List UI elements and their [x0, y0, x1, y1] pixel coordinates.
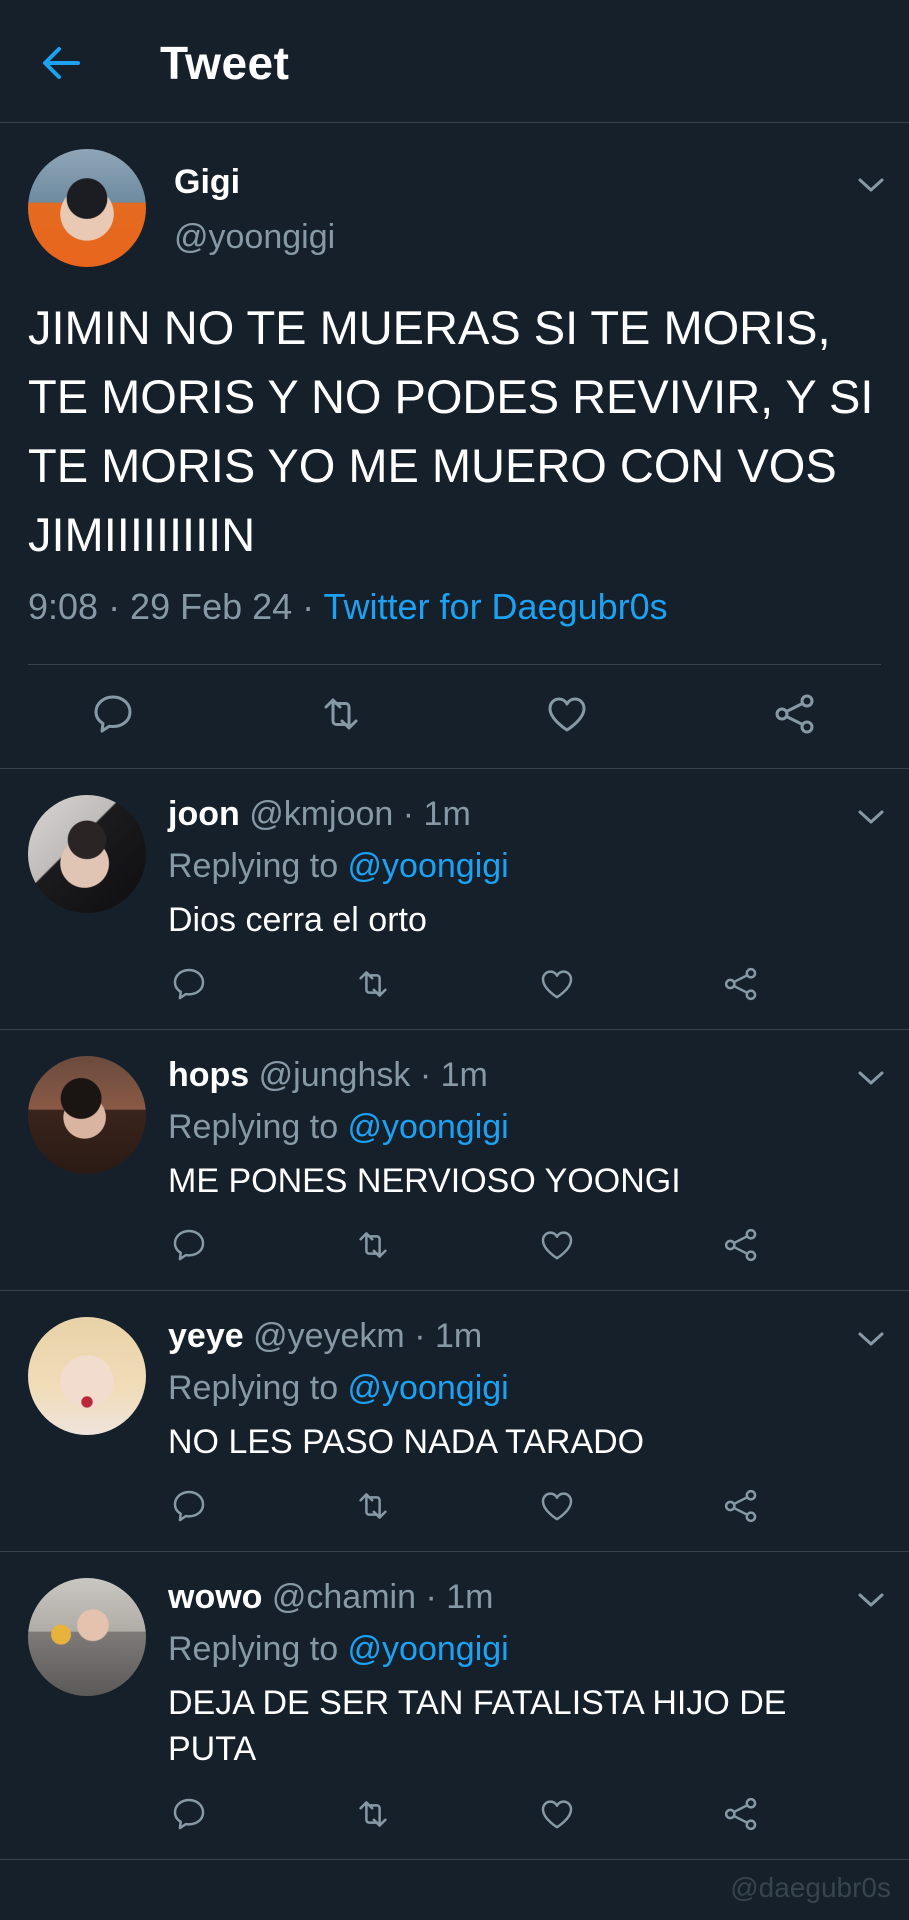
tweet-meta: 9:08 · 29 Feb 24 · Twitter for Daegubr0s [28, 586, 668, 628]
retweet-icon[interactable] [354, 965, 392, 1003]
avatar[interactable] [28, 149, 146, 267]
mention-link[interactable]: @yoongigi [348, 1108, 509, 1146]
reply-header: joon @kmjoon · 1m [168, 795, 471, 834]
replying-to: Replying to @yoongigi [168, 1630, 509, 1669]
reply-actions [0, 1487, 909, 1537]
reply-actions [0, 1226, 909, 1276]
reply-tweet[interactable]: hops @junghsk · 1m Replying to @yoongigi… [0, 1030, 909, 1291]
author-handle[interactable]: @yoongigi [174, 218, 335, 257]
author-name[interactable]: wowo [168, 1578, 262, 1616]
author-meta: @yeyekm · 1m [243, 1317, 483, 1355]
avatar[interactable] [28, 795, 146, 913]
reply-tweet[interactable]: joon @kmjoon · 1m Replying to @yoongigi … [0, 769, 909, 1030]
replying-to: Replying to @yoongigi [168, 847, 509, 886]
page-title: Tweet [160, 37, 290, 89]
replying-label: Replying to [168, 1369, 348, 1407]
reply-text: Dios cerra el orto [168, 901, 427, 939]
chevron-down-icon[interactable] [856, 1329, 886, 1349]
author-meta: @kmjoon · 1m [239, 795, 471, 833]
mention-link[interactable]: @yoongigi [348, 847, 509, 885]
tweet-text: JIMIN NO TE MUERAS SI TE MORIS, TE MORIS… [28, 301, 874, 561]
tweet-timestamp: 9:08 · 29 Feb 24 · [28, 586, 324, 627]
reply-header: yeye @yeyekm · 1m [168, 1317, 482, 1356]
share-icon[interactable] [722, 1795, 760, 1833]
avatar[interactable] [28, 1056, 146, 1174]
share-icon[interactable] [772, 691, 818, 737]
mention-link[interactable]: @yoongigi [348, 1630, 509, 1668]
reply-header: hops @junghsk · 1m [168, 1056, 488, 1095]
reply-icon[interactable] [90, 691, 136, 737]
reply-text: ME PONES NERVIOSO YOONGI [168, 1162, 681, 1200]
like-icon[interactable] [538, 965, 576, 1003]
share-icon[interactable] [722, 1226, 760, 1264]
chevron-down-icon[interactable] [856, 1590, 886, 1610]
retweet-icon[interactable] [354, 1487, 392, 1525]
like-icon[interactable] [544, 691, 590, 737]
reply-tweet[interactable]: yeye @yeyekm · 1m Replying to @yoongigi … [0, 1291, 909, 1552]
author-name[interactable]: yeye [168, 1317, 244, 1355]
avatar[interactable] [28, 1578, 146, 1696]
reply-icon[interactable] [170, 965, 208, 1003]
reply-text: NO LES PASO NADA TARADO [168, 1423, 645, 1461]
reply-icon[interactable] [170, 1487, 208, 1525]
tweet-actions [0, 691, 909, 741]
like-icon[interactable] [538, 1795, 576, 1833]
main-tweet: Gigi @yoongigi JIMIN NO TE MUERAS SI TE … [0, 123, 909, 769]
author-meta: @junghsk · 1m [249, 1056, 488, 1094]
reply-icon[interactable] [170, 1226, 208, 1264]
reply-text: DEJA DE SER TAN FATALISTA HIJO DE PUTA [168, 1684, 787, 1768]
replying-label: Replying to [168, 847, 348, 885]
author-meta: @chamin · 1m [262, 1578, 494, 1616]
replying-label: Replying to [168, 1630, 348, 1668]
replying-label: Replying to [168, 1108, 348, 1146]
replying-to: Replying to @yoongigi [168, 1369, 509, 1408]
mention-link[interactable]: @yoongigi [348, 1369, 509, 1407]
reply-header: wowo @chamin · 1m [168, 1578, 493, 1617]
share-icon[interactable] [722, 1487, 760, 1525]
reply-actions [0, 1795, 909, 1845]
tweet-source-link[interactable]: Twitter for Daegubr0s [324, 586, 668, 627]
share-icon[interactable] [722, 965, 760, 1003]
reply-tweet[interactable]: wowo @chamin · 1m Replying to @yoongigi … [0, 1552, 909, 1860]
avatar[interactable] [28, 1317, 146, 1435]
reply-actions [0, 965, 909, 1015]
chevron-down-icon[interactable] [856, 807, 886, 827]
author-name[interactable]: hops [168, 1056, 249, 1094]
chevron-down-icon[interactable] [856, 1068, 886, 1088]
watermark: @daegubr0s [730, 1872, 891, 1903]
like-icon[interactable] [538, 1226, 576, 1264]
top-bar: Tweet [0, 0, 909, 123]
retweet-icon[interactable] [318, 691, 364, 737]
chevron-down-icon[interactable] [856, 175, 886, 195]
author-name[interactable]: joon [168, 795, 240, 833]
like-icon[interactable] [538, 1487, 576, 1525]
retweet-icon[interactable] [354, 1226, 392, 1264]
arrow-left-icon[interactable] [40, 42, 82, 84]
replying-to: Replying to @yoongigi [168, 1108, 509, 1147]
reply-icon[interactable] [170, 1795, 208, 1833]
retweet-icon[interactable] [354, 1795, 392, 1833]
author-name[interactable]: Gigi [174, 163, 240, 202]
divider [28, 664, 881, 665]
